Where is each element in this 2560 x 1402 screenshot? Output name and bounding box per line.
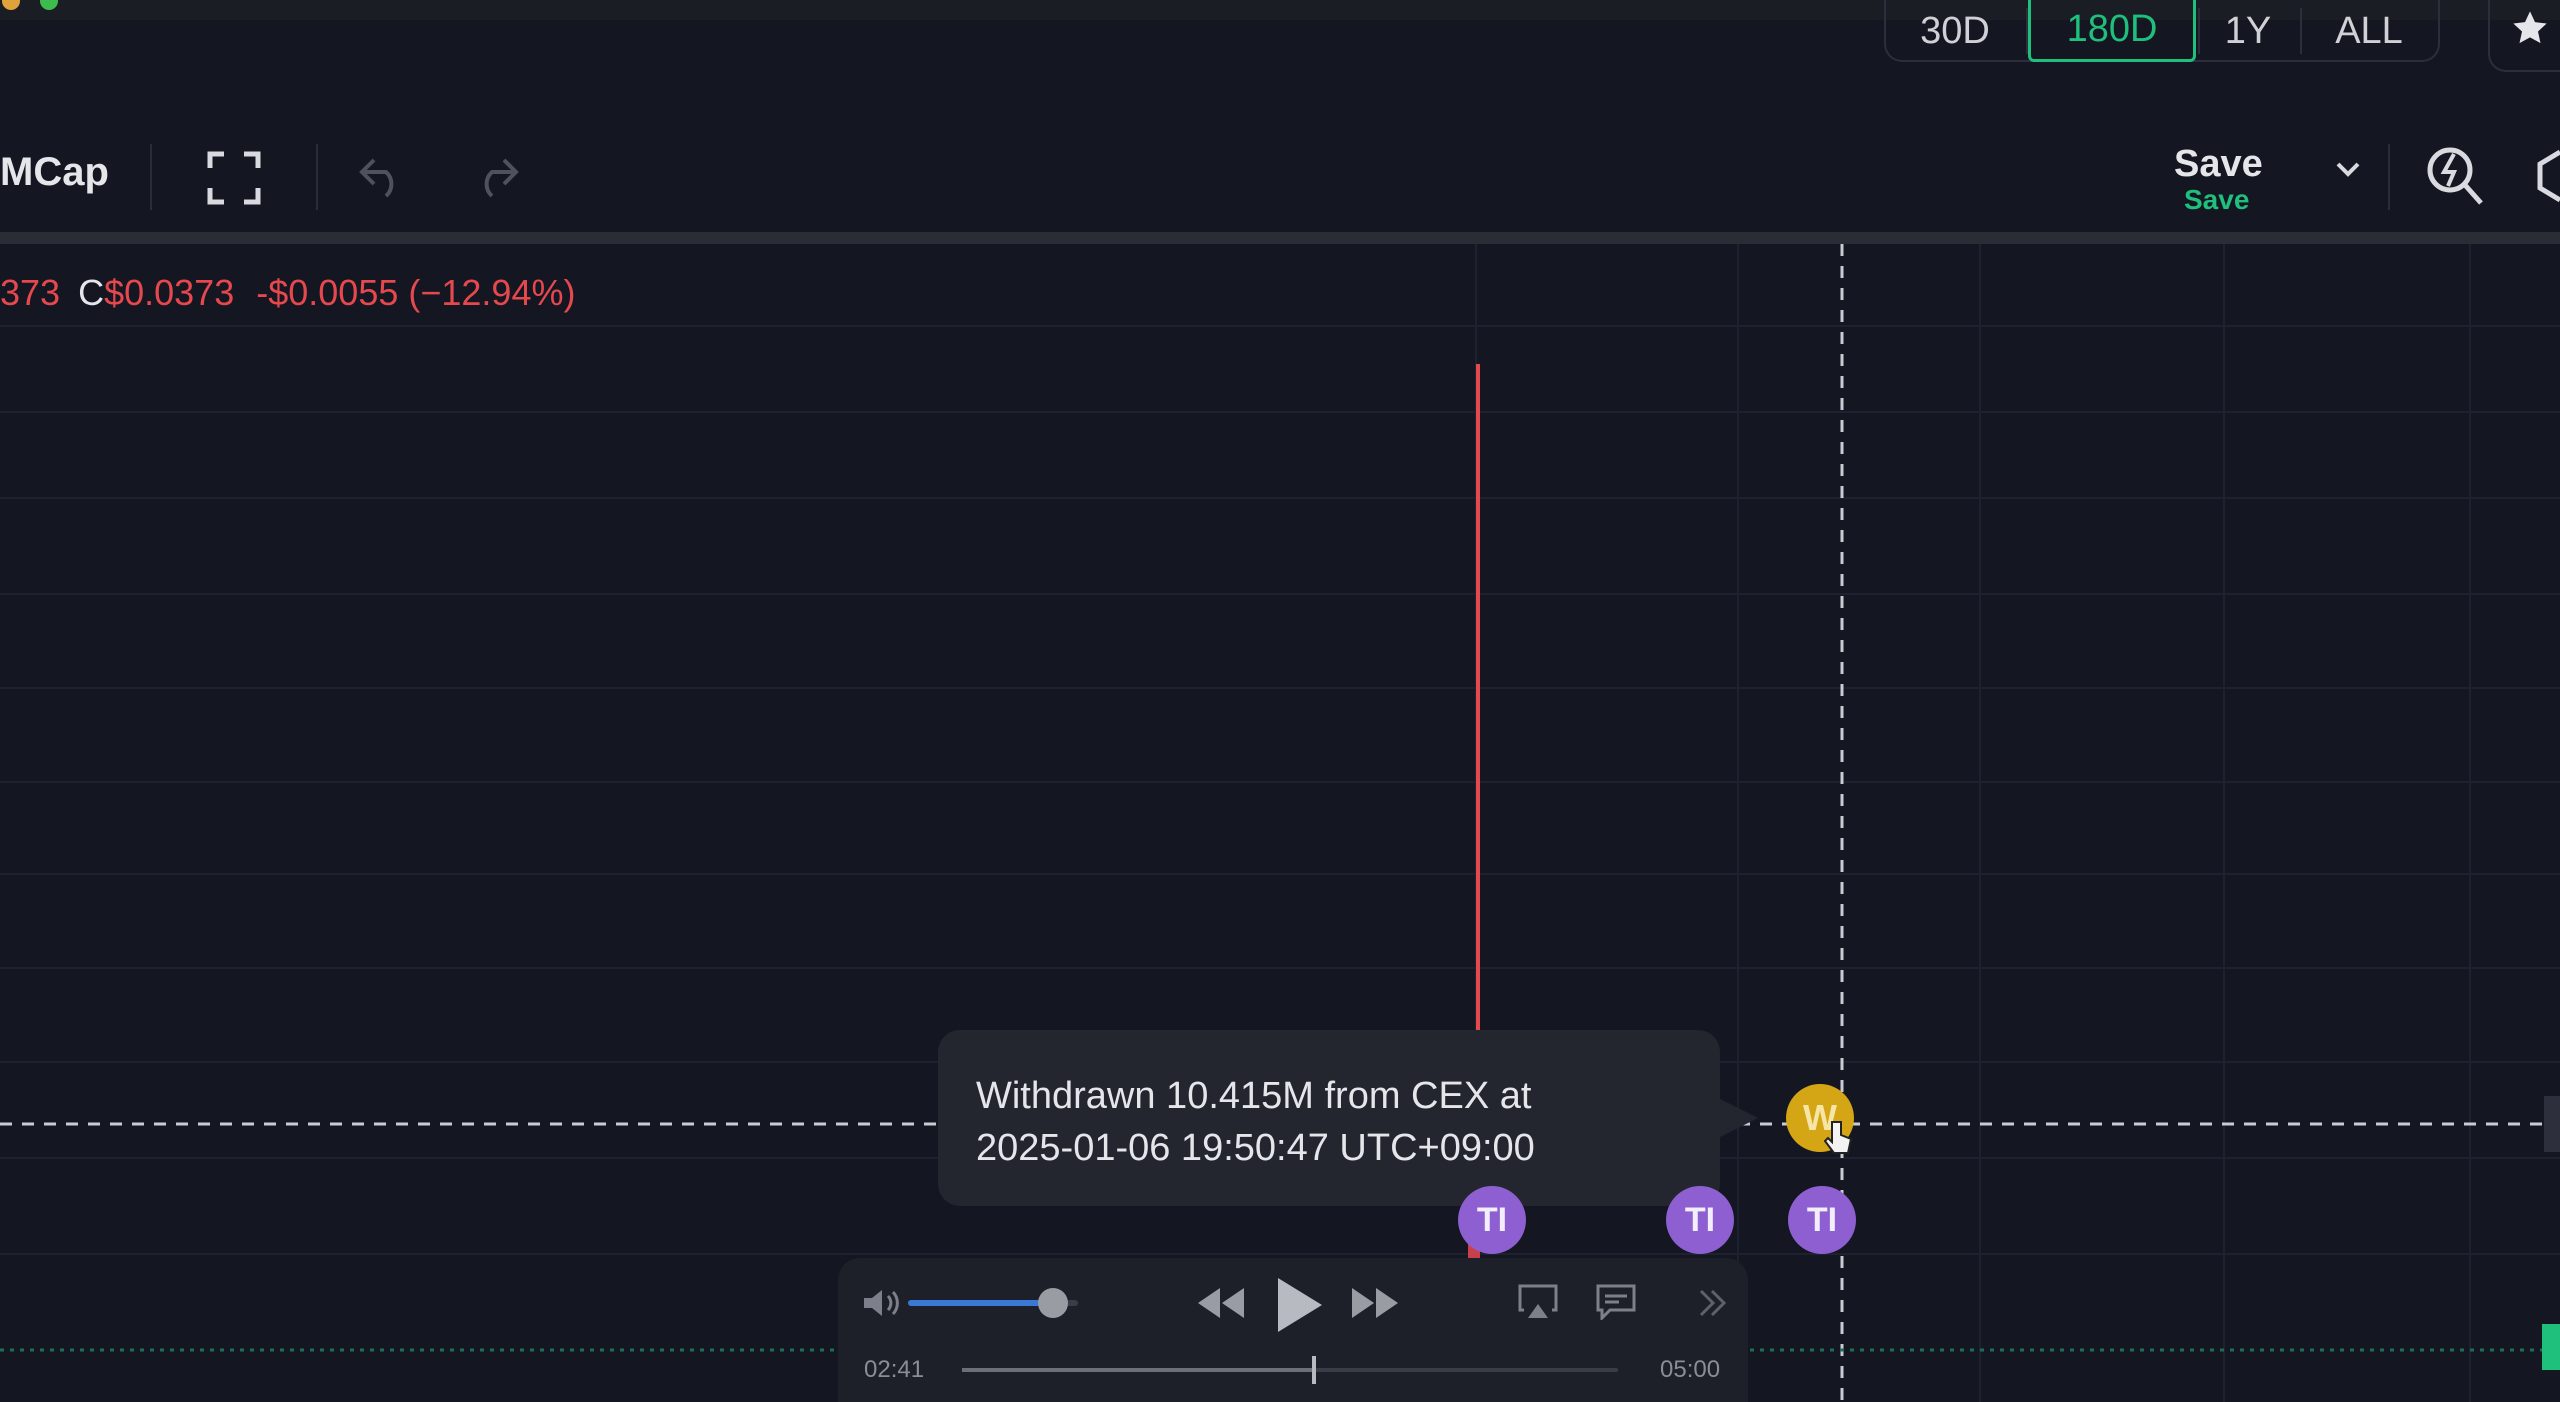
- chart-gridlines: [0, 244, 2560, 1402]
- mcap-toggle[interactable]: MCap: [0, 150, 109, 195]
- ohlc-low-value: 373: [0, 272, 61, 313]
- save-button[interactable]: Save: [2174, 143, 2263, 186]
- play-icon[interactable]: [1270, 1276, 1326, 1334]
- airplay-icon[interactable]: [1518, 1284, 1558, 1320]
- star-icon: [2513, 11, 2547, 44]
- ti-event-marker[interactable]: TI: [1666, 1186, 1734, 1254]
- tooltip-line-2: 2025-01-06 19:50:47 UTC+09:00: [976, 1127, 1535, 1169]
- more-controls-icon[interactable]: [1698, 1288, 1728, 1318]
- range-button-all[interactable]: ALL: [2302, 0, 2436, 62]
- playback-handle[interactable]: [1312, 1356, 1317, 1384]
- volume-fill: [908, 1300, 1053, 1306]
- ti-event-marker[interactable]: TI: [1788, 1186, 1856, 1254]
- price-axis-marker: [2544, 1096, 2560, 1152]
- ohlc-close-value: $0.0373: [104, 272, 235, 313]
- hand-cursor-icon: [1824, 1121, 1853, 1154]
- chart-top-border: [0, 232, 2560, 244]
- event-tooltip: Withdrawn 10.415M from CEX at 2025-01-06…: [938, 1030, 1720, 1206]
- undo-icon[interactable]: [358, 156, 408, 198]
- tooltip-line-1: Withdrawn 10.415M from CEX at: [976, 1075, 1532, 1117]
- ohlc-readout: 373 C$0.0373 -$0.0055 (−12.94%): [0, 272, 575, 314]
- save-status: Save: [2184, 184, 2250, 215]
- ti-event-marker[interactable]: TI: [1458, 1186, 1526, 1254]
- fullscreen-icon[interactable]: [206, 150, 262, 206]
- tooltip-pointer: [1718, 1098, 1758, 1138]
- captions-icon[interactable]: [1596, 1284, 1636, 1320]
- ohlc-change: -$0.0055 (−12.94%): [256, 272, 576, 313]
- range-button-180d[interactable]: 180D: [2028, 0, 2196, 62]
- redo-icon[interactable]: [470, 156, 520, 198]
- settings-icon[interactable]: [2530, 146, 2560, 206]
- chevron-down-icon[interactable]: [2334, 160, 2362, 180]
- ohlc-close-letter: C: [78, 272, 105, 313]
- playback-progress: [962, 1368, 1315, 1372]
- range-button-30d[interactable]: 30D: [1890, 0, 2020, 62]
- favorite-button[interactable]: [2488, 0, 2560, 72]
- duration-time: 05:00: [1660, 1356, 1721, 1383]
- range-button-1y[interactable]: 1Y: [2200, 0, 2296, 62]
- playback-scrubber[interactable]: [962, 1368, 1618, 1372]
- volume-icon[interactable]: [862, 1288, 902, 1318]
- media-player-controls: 02:41 05:00: [838, 1258, 1748, 1402]
- price-chart[interactable]: [0, 244, 2560, 1402]
- divider: [150, 144, 152, 210]
- volume-knob[interactable]: [1037, 1288, 1068, 1318]
- divider: [2388, 144, 2390, 210]
- rewind-icon[interactable]: [1196, 1286, 1246, 1320]
- fast-forward-icon[interactable]: [1350, 1286, 1400, 1320]
- divider: [316, 144, 318, 210]
- elapsed-time: 02:41: [864, 1356, 925, 1383]
- quick-search-icon[interactable]: [2424, 142, 2486, 208]
